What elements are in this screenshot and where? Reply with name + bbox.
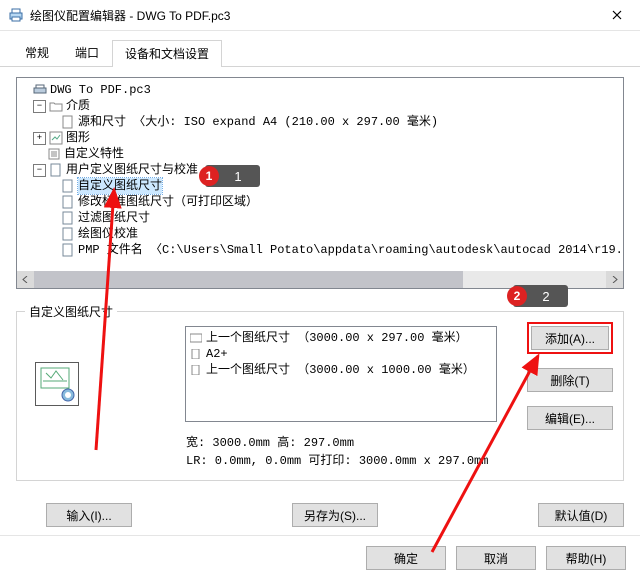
import-button[interactable]: 输入(I)... — [46, 503, 132, 527]
printer-icon — [8, 7, 24, 23]
horizontal-scrollbar[interactable] — [17, 271, 623, 288]
tree-label: 自定义特性 — [64, 146, 124, 162]
group-label: 自定义图纸尺寸 — [25, 303, 117, 320]
tree-user-paper[interactable]: − 用户定义图纸尺寸与校准 — [19, 162, 621, 178]
filter-icon — [61, 211, 75, 225]
cal-icon — [61, 227, 75, 241]
tree-label: 过滤图纸尺寸 — [78, 210, 150, 226]
paper-icon — [61, 195, 75, 209]
close-button[interactable] — [594, 0, 640, 30]
tree-label: PMP 文件名 〈C:\Users\Small Potato\appdata\r… — [78, 242, 624, 258]
tree-pmp-file[interactable]: PMP 文件名 〈C:\Users\Small Potato\appdata\r… — [19, 242, 621, 258]
cancel-button[interactable]: 取消 — [456, 546, 536, 570]
help-button[interactable]: 帮助(H) — [546, 546, 626, 570]
tree-plotter-cal[interactable]: 绘图仪校准 — [19, 226, 621, 242]
scroll-left-button[interactable] — [17, 271, 34, 288]
window-title: 绘图仪配置编辑器 - DWG To PDF.pc3 — [30, 7, 594, 24]
scroll-right-button[interactable] — [606, 271, 623, 288]
tab-device-settings[interactable]: 设备和文档设置 — [112, 40, 222, 67]
tree-label: 介质 — [66, 98, 90, 114]
size-detail: 宽: 3000.0mm 高: 297.0mm LR: 0.0mm, 0.0mm … — [186, 434, 497, 470]
list-item[interactable]: 上一个图纸尺寸 （3000.00 x 1000.00 毫米） — [190, 362, 492, 378]
paper-icon — [61, 179, 75, 193]
tree-label: 用户定义图纸尺寸与校准 — [66, 162, 198, 178]
printer-icon — [33, 83, 47, 97]
list-label: 上一个图纸尺寸 （3000.00 x 1000.00 毫米） — [206, 362, 475, 378]
tab-bar: 常规 端口 设备和文档设置 — [0, 31, 640, 67]
list-item[interactable]: 上一个图纸尺寸 （3000.00 x 297.00 毫米） — [190, 330, 492, 346]
paper-thumbnail-icon — [35, 362, 79, 406]
tree-label-selected: 自定义图纸尺寸 — [78, 178, 162, 194]
paper-icon — [49, 163, 63, 177]
expand-icon[interactable]: + — [33, 132, 46, 145]
settings-tree[interactable]: DWG To PDF.pc3 − 介质 源和尺寸 〈大小: ISO expand … — [16, 77, 624, 289]
graph-icon — [49, 131, 63, 145]
folder-icon — [49, 99, 63, 113]
tree-graphics[interactable]: + 图形 — [19, 130, 621, 146]
delete-button[interactable]: 删除(T) — [527, 368, 613, 392]
file-icon — [61, 243, 75, 257]
edit-button[interactable]: 编辑(E)... — [527, 406, 613, 430]
tree-modify-standard[interactable]: 修改标准图纸尺寸（可打印区域） — [19, 194, 621, 210]
list-label: 上一个图纸尺寸 （3000.00 x 297.00 毫米） — [206, 330, 468, 346]
landscape-icon — [190, 333, 202, 343]
paper-size-list[interactable]: 上一个图纸尺寸 （3000.00 x 297.00 毫米） A2+ 上一个图纸尺… — [185, 326, 497, 422]
props-icon — [47, 147, 61, 161]
tree-label: 源和尺寸 〈大小: ISO expand A4 (210.00 x 297.00… — [78, 114, 438, 130]
tree-label: 绘图仪校准 — [78, 226, 138, 242]
ok-button[interactable]: 确定 — [366, 546, 446, 570]
tree-label: DWG To PDF.pc3 — [50, 82, 151, 98]
list-label: A2+ — [206, 346, 228, 362]
custom-paper-group: 自定义图纸尺寸 上一个图纸尺寸 （3000.00 x 297.00 毫米） A2… — [16, 311, 624, 481]
default-button[interactable]: 默认值(D) — [538, 503, 624, 527]
tree-root[interactable]: DWG To PDF.pc3 — [19, 82, 621, 98]
collapse-icon[interactable]: − — [33, 100, 46, 113]
add-highlight: 添加(A)... — [527, 322, 613, 354]
list-item[interactable]: A2+ — [190, 346, 492, 362]
titlebar: 绘图仪配置编辑器 - DWG To PDF.pc3 — [0, 0, 640, 31]
page-icon — [61, 115, 75, 129]
tree-custom-props[interactable]: 自定义特性 — [19, 146, 621, 162]
tab-ports[interactable]: 端口 — [62, 39, 112, 66]
tree-filter-paper[interactable]: 过滤图纸尺寸 — [19, 210, 621, 226]
tree-media[interactable]: − 介质 — [19, 98, 621, 114]
portrait-icon — [190, 365, 202, 375]
tree-label: 修改标准图纸尺寸（可打印区域） — [78, 194, 258, 210]
tree-label: 图形 — [66, 130, 90, 146]
saveas-button[interactable]: 另存为(S)... — [292, 503, 378, 527]
tree-source-size[interactable]: 源和尺寸 〈大小: ISO expand A4 (210.00 x 297.00… — [19, 114, 621, 130]
tab-general[interactable]: 常规 — [12, 39, 62, 66]
add-button[interactable]: 添加(A)... — [531, 326, 609, 350]
portrait-icon — [190, 349, 202, 359]
tree-custom-paper-size[interactable]: 自定义图纸尺寸 — [19, 178, 621, 194]
collapse-icon[interactable]: − — [33, 164, 46, 177]
